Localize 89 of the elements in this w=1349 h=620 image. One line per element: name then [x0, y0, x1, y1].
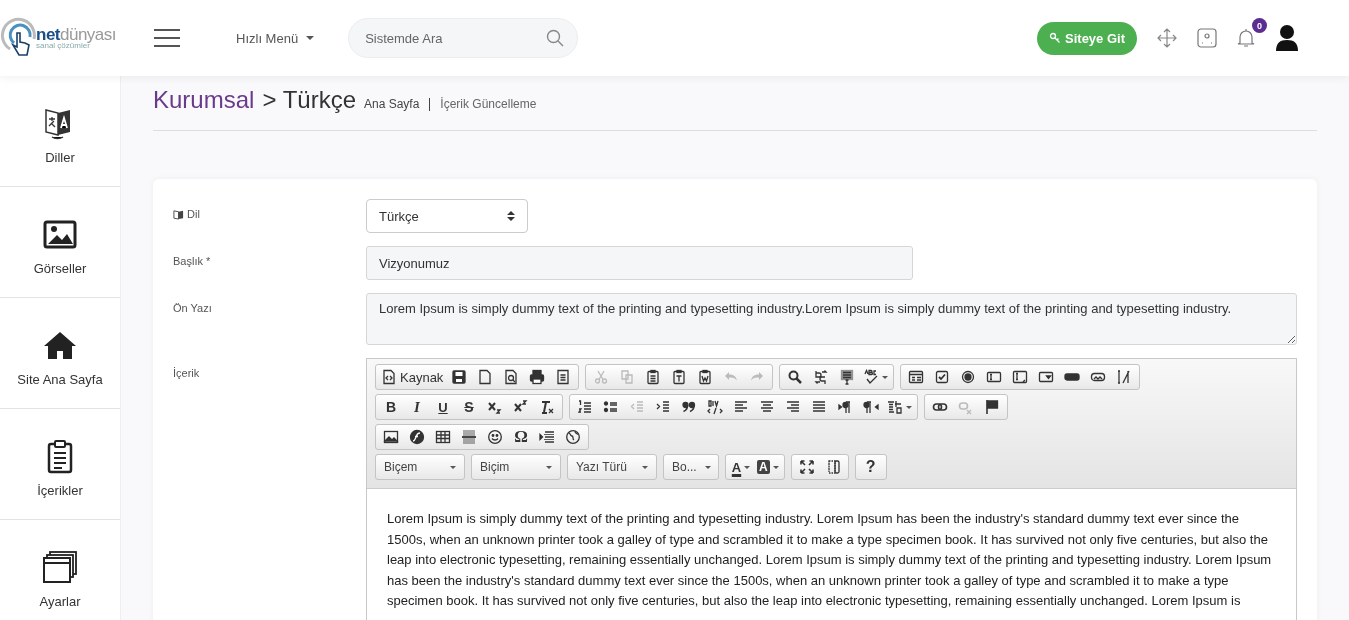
- page-break-icon: [539, 429, 555, 445]
- breadcrumb-link[interactable]: Ana Sayfa: [364, 97, 420, 111]
- language-menu-icon: [887, 399, 903, 415]
- scissors-icon: [593, 369, 610, 385]
- title-input[interactable]: Vizyonumuz: [366, 246, 913, 280]
- specialchar-button[interactable]: Ω: [508, 426, 534, 448]
- source-button[interactable]: Kaynak: [378, 366, 447, 388]
- globe-icon: [565, 429, 581, 445]
- justify-icon: [811, 399, 827, 415]
- format-dropdown[interactable]: Biçem: [375, 454, 465, 480]
- page-title: Kurumsal: [153, 86, 255, 114]
- bold-button[interactable]: B: [378, 396, 404, 418]
- outdent-icon: [629, 399, 645, 415]
- sidebar-item[interactable]: Site Ana Sayfa: [0, 298, 120, 409]
- form-icon: [908, 369, 925, 385]
- maximize-icon: [798, 459, 815, 475]
- radio-icon: [960, 369, 977, 385]
- align-center-icon: [759, 399, 775, 415]
- sidebar-item[interactable]: İçerikler: [0, 409, 120, 520]
- help-button[interactable]: ?: [857, 456, 884, 478]
- horizontal-line-icon: [461, 429, 477, 445]
- search-icon: [787, 369, 804, 385]
- replace-icon: [813, 369, 830, 385]
- move-arrows-icon[interactable]: [1157, 28, 1177, 48]
- align-left-icon: [733, 399, 749, 415]
- summary-textarea[interactable]: Lorem Ipsum is simply dummy text of the printing and typesetting industry.Lorem Ipsum is simply dummy text of the printing and typesetting industry.: [366, 293, 1297, 345]
- page-magnifier-icon: [503, 369, 520, 385]
- strike-button[interactable]: S: [456, 396, 482, 418]
- remove-format-icon: [539, 399, 555, 415]
- table-icon: [435, 429, 451, 445]
- printer-icon: [529, 369, 546, 385]
- bell-icon[interactable]: [1237, 28, 1255, 48]
- smiley-icon: [487, 429, 503, 445]
- paragraph-rtl-icon: [863, 399, 879, 415]
- clipboard-icon: [671, 369, 688, 385]
- field-label: Ön Yazı: [173, 302, 212, 314]
- sidebar-item[interactable]: Ayarlar: [0, 520, 120, 620]
- stacked-windows-icon: [42, 549, 78, 586]
- align-right-icon: [785, 399, 801, 415]
- sidebar-item[interactable]: Diller: [0, 76, 120, 187]
- key-icon: [1049, 32, 1062, 44]
- format-dropdown[interactable]: Biçim: [471, 454, 561, 480]
- search-icon[interactable]: [546, 29, 565, 47]
- textcolor-button[interactable]: A: [728, 456, 754, 478]
- image-icon: [383, 429, 399, 445]
- translate-icon: [173, 208, 184, 220]
- div-container-icon: [707, 399, 723, 415]
- checkbox-icon: [934, 369, 951, 385]
- blank-page-icon: [477, 369, 494, 385]
- paragraph-ltr-icon: [837, 399, 853, 415]
- broken-link-icon: [958, 399, 974, 415]
- field-label: İçerik: [173, 367, 200, 379]
- flash-icon: [409, 429, 425, 445]
- page-lines-icon: [555, 369, 572, 385]
- select-all-icon: [839, 369, 856, 385]
- notification-badge: 0: [1252, 18, 1267, 33]
- numbered-list-icon: [577, 399, 593, 415]
- dropdown-icon: [1038, 369, 1055, 385]
- underline-button[interactable]: U: [430, 396, 456, 418]
- bullet-list-icon: [603, 399, 619, 415]
- text-area-icon: [1012, 369, 1029, 385]
- flag-icon: [984, 399, 1000, 415]
- clipboard-icon: [645, 369, 662, 385]
- breadcrumb-current: İçerik Güncelleme: [429, 98, 537, 111]
- field-label: Başlık *: [173, 255, 211, 267]
- language-select[interactable]: Türkçe: [366, 199, 528, 233]
- menu-icon[interactable]: [154, 29, 180, 47]
- search-field[interactable]: Sistemde Ara: [348, 18, 579, 58]
- field-label: Dil: [187, 208, 200, 220]
- clipboard-icon: [697, 369, 714, 385]
- document-code-icon: [381, 369, 397, 385]
- quote-icon: [681, 399, 697, 415]
- text-field-icon: [986, 369, 1003, 385]
- quick-menu-dropdown[interactable]: Hızlı Menü: [236, 30, 315, 46]
- page-subtitle: > Türkçe: [262, 86, 356, 114]
- sidebar-item[interactable]: Görseller: [0, 187, 120, 298]
- format-dropdown[interactable]: Yazı Türü: [567, 454, 657, 480]
- sort-arrows-icon: [507, 210, 515, 222]
- logo-text: netdünyası: [36, 26, 117, 43]
- format-dropdown[interactable]: Bo...: [663, 454, 719, 480]
- indent-icon: [655, 399, 671, 415]
- safe-icon[interactable]: [1197, 28, 1217, 48]
- spellcheck-icon: [863, 369, 880, 385]
- user-avatar-icon[interactable]: [1275, 24, 1299, 52]
- logo-tagline: sanal çözümler: [36, 42, 90, 50]
- editor-content: Lorem Ipsum is simply dummy text of the printing and typesetting industry. Lorem Ipsum has been the industry's standard dummy text ever since the 1500s, when an unknown printer took a galley of type and scrambled it to make a type specimen book. It has survived not only five centuries, but also the leap into electronic typesetting, remaining essentially unchanged. Lorem Ipsum is simply dummy text of the printing and typesetting industry. Lorem Ipsum has been the industry's standard dummy text ever since the 1500s, when an unknown printer took a galley of type and scrambled it to make a type specimen book. It has survived not only five centuries, but also the leap into electronic typesetting, remaining essentially unchanged. Lorem Ipsum is: [386, 510, 1273, 611]
- bgcolor-button[interactable]: A: [754, 456, 782, 478]
- pages-icon: [619, 369, 636, 385]
- italic-button[interactable]: I: [404, 396, 430, 418]
